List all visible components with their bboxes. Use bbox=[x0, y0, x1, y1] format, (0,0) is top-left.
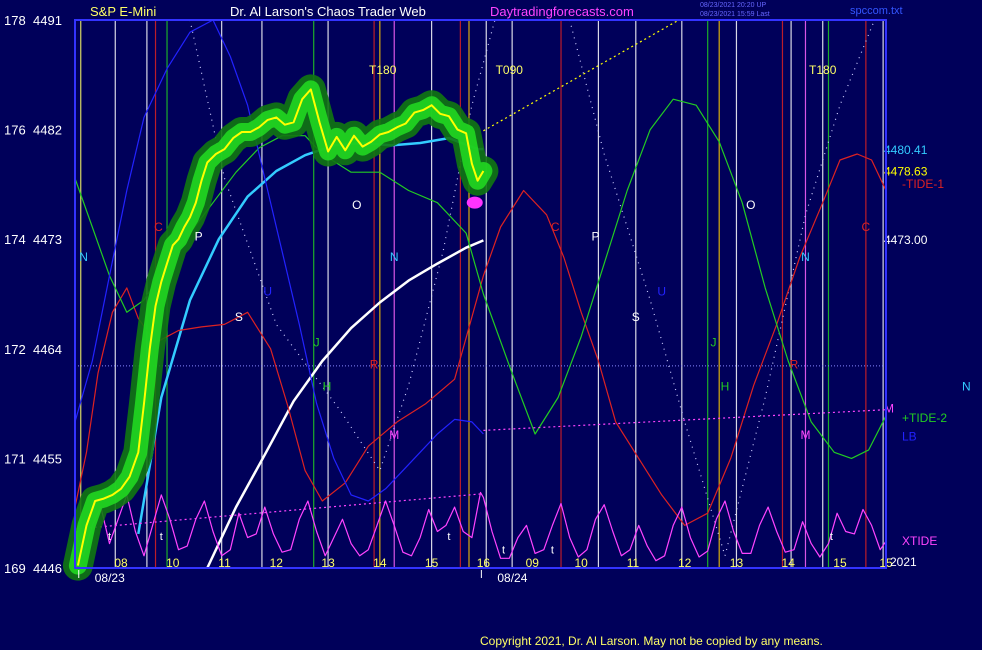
time-mark-label: T180 bbox=[369, 63, 397, 77]
planet-mark-label: N bbox=[79, 250, 88, 264]
copyright-notice: Copyright 2021, Dr. Al Larson. May not b… bbox=[480, 634, 823, 648]
axis-price-label: 4455 bbox=[33, 451, 62, 466]
planet-mark-label: C bbox=[551, 220, 560, 234]
t-mark-label: t bbox=[447, 531, 450, 543]
planet-mark-label: M bbox=[800, 428, 810, 442]
planet-mark-label: M bbox=[389, 428, 399, 442]
planet-mark-label: J bbox=[710, 335, 716, 349]
timestamp-last: 08/23/2021 15:59 Last bbox=[700, 11, 770, 18]
axis-degree-label: 176 bbox=[4, 123, 26, 138]
planet-mark-label: O bbox=[352, 198, 361, 212]
axis-degree-label: 174 bbox=[4, 232, 26, 247]
planet-mark-label: R bbox=[370, 357, 379, 371]
planet-mark-label: H bbox=[323, 379, 332, 393]
date-label: 08/24 bbox=[497, 571, 527, 585]
axis-price-label: 4473 bbox=[33, 232, 62, 247]
planet-mark-label: P bbox=[195, 230, 203, 244]
time-mark-label: T090 bbox=[496, 63, 524, 77]
year-label: 2021 bbox=[890, 555, 917, 569]
planet-mark-label: O bbox=[746, 198, 755, 212]
legend-label: XTIDE bbox=[902, 534, 937, 548]
chaos-trader-chart: 178 4491 176 4482 174 4473 172 4464 171 4455 169 44… bbox=[0, 0, 982, 650]
axis-price-label: 4482 bbox=[33, 123, 62, 138]
price-level-label: 4480.41 bbox=[884, 143, 928, 157]
t-mark-label: t bbox=[502, 545, 505, 557]
legend-label: N bbox=[962, 379, 971, 393]
last-price-marker bbox=[466, 196, 483, 209]
planet-mark-label: J bbox=[314, 335, 320, 349]
spec-file: spccom.txt bbox=[850, 5, 903, 17]
axis-price-label: 4491 bbox=[33, 13, 62, 28]
site-url[interactable]: Daytradingforecasts.com bbox=[490, 4, 634, 19]
planet-mark-label: S bbox=[632, 310, 640, 324]
t-mark-label: t bbox=[108, 531, 111, 543]
timestamp-up: 08/23/2021 20:20 UP bbox=[700, 2, 766, 9]
site-title: Dr. Al Larson's Chaos Trader Web bbox=[230, 4, 426, 19]
t-mark-label: t bbox=[160, 531, 163, 543]
planet-mark-label: S bbox=[235, 310, 243, 324]
planet-mark-label: C bbox=[862, 220, 871, 234]
planet-mark-label: R bbox=[790, 357, 799, 371]
date-label: 08/23 bbox=[95, 571, 125, 585]
price-level-label: 4473.00 bbox=[884, 233, 928, 247]
axis-degree-label: 169 bbox=[4, 561, 26, 576]
instrument-title: S&P E-Mini bbox=[90, 4, 156, 19]
axis-price-label: 4446 bbox=[33, 561, 62, 576]
time-mark-label: T180 bbox=[809, 63, 837, 77]
axis-degree-label: 172 bbox=[4, 342, 26, 357]
planet-mark-label: P bbox=[592, 230, 600, 244]
axis-degree-label: 171 bbox=[4, 451, 26, 466]
t-mark-label: t bbox=[830, 531, 833, 543]
planet-mark-label: U bbox=[657, 284, 666, 298]
legend-label: +TIDE-2 bbox=[902, 411, 947, 425]
axis-degree-label: 178 bbox=[4, 13, 26, 28]
planet-mark-label: H bbox=[721, 379, 730, 393]
legend-label: LB bbox=[902, 429, 917, 443]
t-mark-label: t bbox=[551, 545, 554, 557]
planet-mark-label: N bbox=[390, 250, 399, 264]
planet-mark-label: N bbox=[801, 250, 810, 264]
planet-mark-label: C bbox=[154, 220, 163, 234]
planet-mark-label: U bbox=[263, 284, 272, 298]
axis-price-label: 4464 bbox=[33, 342, 62, 357]
legend-label: -TIDE-1 bbox=[902, 177, 944, 191]
